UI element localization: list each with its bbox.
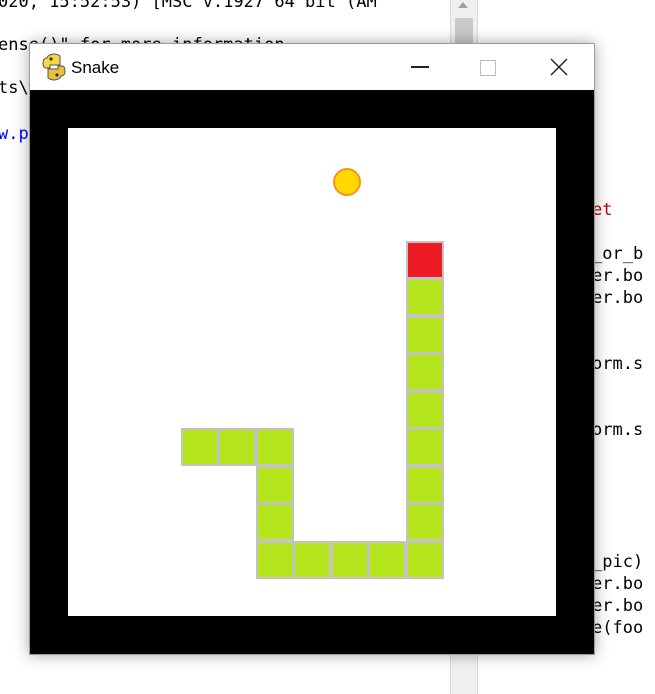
maximize-icon: [480, 60, 496, 76]
minimize-button[interactable]: [386, 44, 454, 90]
snake-segment: [255, 540, 294, 579]
snake-segment: [180, 428, 219, 466]
playfield: [68, 128, 556, 616]
snake-segment: [405, 465, 444, 504]
editor-line: _or_b: [592, 244, 644, 264]
snake-segment: [405, 390, 444, 429]
game-canvas[interactable]: [30, 90, 594, 654]
food-pellet: [333, 168, 361, 196]
editor-line: e(foo: [592, 618, 644, 638]
snake-segment: [218, 428, 256, 466]
python-snake-icon: [42, 53, 66, 81]
editor-line: orm.s: [592, 354, 644, 374]
snake-segment: [293, 540, 331, 579]
editor-line: er.bo: [592, 288, 644, 308]
scroll-up-arrow-icon[interactable]: [458, 2, 468, 8]
editor-line: w.p: [0, 124, 29, 144]
editor-line: _pic): [592, 552, 644, 572]
editor-line: et: [592, 200, 613, 220]
editor-line: er.bo: [592, 266, 644, 286]
window-title: Snake: [71, 58, 120, 77]
snake-segment: [405, 503, 444, 541]
snake-segment: [405, 278, 444, 316]
snake-segment: [405, 428, 444, 466]
snake-segment: [255, 428, 294, 466]
editor-line: er.bo: [592, 574, 644, 594]
close-icon: [550, 58, 568, 76]
editor-line: er.bo: [592, 596, 644, 616]
editor-line: orm.s: [592, 420, 644, 440]
snake-head: [405, 240, 444, 279]
snake-segment: [255, 503, 294, 541]
snake-segment: [405, 540, 444, 579]
window-titlebar[interactable]: Snake: [30, 44, 594, 90]
maximize-button[interactable]: [454, 44, 522, 90]
editor-line: 020, 15:52:53) [MSC v.1927 64 bit (AM: [0, 0, 377, 12]
snake-segment: [405, 315, 444, 354]
snake-segment: [330, 540, 369, 579]
snake-segment: [405, 353, 444, 391]
snake-segment: [368, 540, 406, 579]
editor-line: ts\: [0, 78, 29, 98]
minimize-icon: [411, 66, 429, 68]
snake-game-window[interactable]: Snake: [29, 43, 595, 655]
snake-segment: [255, 465, 294, 504]
close-button[interactable]: [526, 44, 594, 90]
